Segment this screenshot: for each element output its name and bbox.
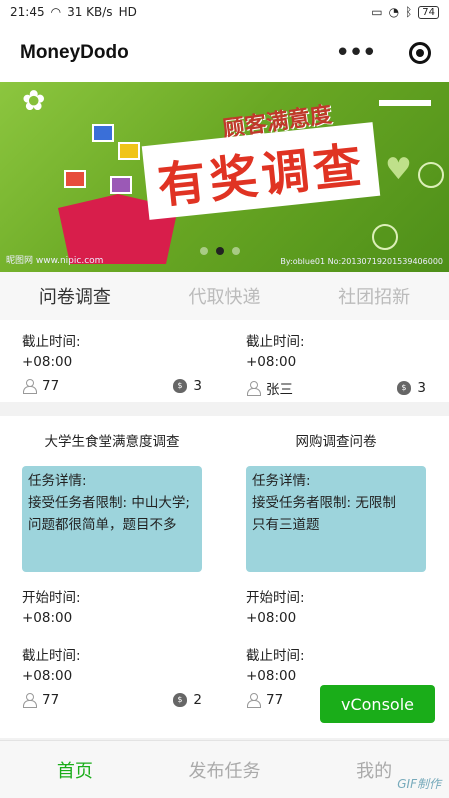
tab-express-pickup[interactable]: 代取快递 [150, 283, 300, 309]
tab-questionnaire[interactable]: 问卷调查 [0, 283, 150, 309]
gif-watermark: GIF制作 [397, 777, 441, 791]
task-title: 大学生食堂满意度调查 [44, 434, 180, 450]
bottom-tab-bar: 首页 发布任务 我的 [0, 740, 449, 798]
person-icon [22, 379, 37, 394]
money-bag-icon [397, 381, 412, 395]
person-icon [246, 381, 261, 396]
task-card[interactable]: 截止时间: +08:00 77 3 [0, 320, 224, 402]
detail-line: 问题都很简单，题目不多 [28, 517, 177, 533]
status-bar: 21:45 ◠ 31 KB/s HD ▭ ◔ ᛒ 74 [0, 0, 449, 24]
deadline-value: +08:00 [246, 668, 297, 684]
deadline-label: 截止时间: [246, 648, 305, 664]
detail-line: 只有三道题 [252, 517, 320, 533]
deadline-label: 截止时间: [246, 334, 305, 350]
network-speed: 31 KB/s [67, 5, 113, 19]
smile-decoration [372, 224, 398, 250]
start-value: +08:00 [22, 610, 73, 626]
detail-label: 任务详情: [28, 473, 87, 489]
person-icon [22, 693, 37, 708]
task-detail-box: 任务详情: 接受任务者限制: 无限制 只有三道题 [246, 466, 426, 572]
watermark-left: 昵图网 www.nipic.com [6, 256, 104, 266]
gift-image [110, 176, 132, 194]
carousel-dot[interactable] [232, 247, 240, 255]
more-menu-icon[interactable]: ••• [335, 40, 377, 66]
smile-decoration [418, 162, 444, 188]
banner-carousel[interactable]: ♥ ✿ 顾客满意度 有奖调查 昵图网 www.nipic.com By:oblu… [0, 82, 449, 272]
battery-level: 74 [418, 5, 439, 19]
banner-stripe [379, 100, 431, 106]
carousel-dot-active[interactable] [216, 247, 224, 255]
tab-club-recruit[interactable]: 社团招新 [299, 283, 449, 309]
task-detail-box: 任务详情: 接受任务者限制: 中山大学; 问题都很简单，题目不多 [22, 466, 202, 572]
carousel-indicators [200, 247, 240, 255]
deadline-label: 截止时间: [22, 334, 81, 350]
wifi-icon: ◠ [50, 5, 62, 19]
gift-image [118, 142, 140, 160]
alarm-icon: ◔ [388, 5, 400, 19]
deadline-value: +08:00 [246, 354, 297, 370]
money-bag-icon [173, 693, 188, 707]
tabbar-home[interactable]: 首页 [0, 757, 150, 783]
detail-label: 任务详情: [252, 473, 311, 489]
start-label: 开始时间: [246, 590, 305, 606]
start-value: +08:00 [246, 610, 297, 626]
vconsole-button[interactable]: vConsole [320, 685, 435, 723]
flower-decoration: ✿ [22, 84, 46, 117]
reward: 3 [193, 378, 202, 394]
status-time: 21:45 [10, 5, 45, 19]
publisher: 张三 [266, 382, 293, 398]
person-icon [246, 693, 261, 708]
category-tabs: 问卷调查 代取快递 社团招新 [0, 272, 449, 320]
gift-image [64, 170, 86, 188]
start-label: 开始时间: [22, 590, 81, 606]
deadline-value: +08:00 [22, 354, 73, 370]
nav-bar: MoneyDodo ••• [0, 24, 449, 82]
carousel-dot[interactable] [200, 247, 208, 255]
detail-line: 接受任务者限制: 中山大学; [28, 495, 190, 511]
task-title: 网购调查问卷 [295, 434, 377, 450]
reward: 2 [193, 692, 202, 708]
tabbar-publish-task[interactable]: 发布任务 [150, 757, 300, 783]
close-miniprogram-icon[interactable] [409, 42, 431, 64]
reward: 3 [417, 380, 426, 396]
cast-icon: ▭ [371, 5, 383, 19]
money-bag-icon [173, 379, 188, 393]
publisher: 77 [42, 692, 60, 708]
gift-image [92, 124, 114, 142]
task-card[interactable]: 截止时间: +08:00 张三 3 [224, 320, 448, 402]
bluetooth-icon: ᛒ [405, 5, 413, 19]
detail-line: 接受任务者限制: 无限制 [252, 495, 396, 511]
task-row: 截止时间: +08:00 77 3 截止时间: +08:00 张三 3 [0, 320, 449, 402]
heart-decoration: ♥ [385, 152, 412, 187]
banner-title: 有奖调查 [141, 122, 381, 220]
deadline-value: +08:00 [22, 668, 73, 684]
task-card[interactable]: 大学生食堂满意度调查 任务详情: 接受任务者限制: 中山大学; 问题都很简单，题… [0, 416, 224, 738]
publisher: 77 [42, 378, 60, 394]
task-list[interactable]: 截止时间: +08:00 77 3 截止时间: +08:00 张三 3 大学生食… [0, 320, 449, 738]
hd-badge: HD [118, 5, 137, 19]
watermark-right: By:oblue01 No:20130719201539406000 [280, 257, 443, 266]
app-title: MoneyDodo [20, 42, 129, 63]
publisher: 77 [266, 692, 284, 708]
deadline-label: 截止时间: [22, 648, 81, 664]
